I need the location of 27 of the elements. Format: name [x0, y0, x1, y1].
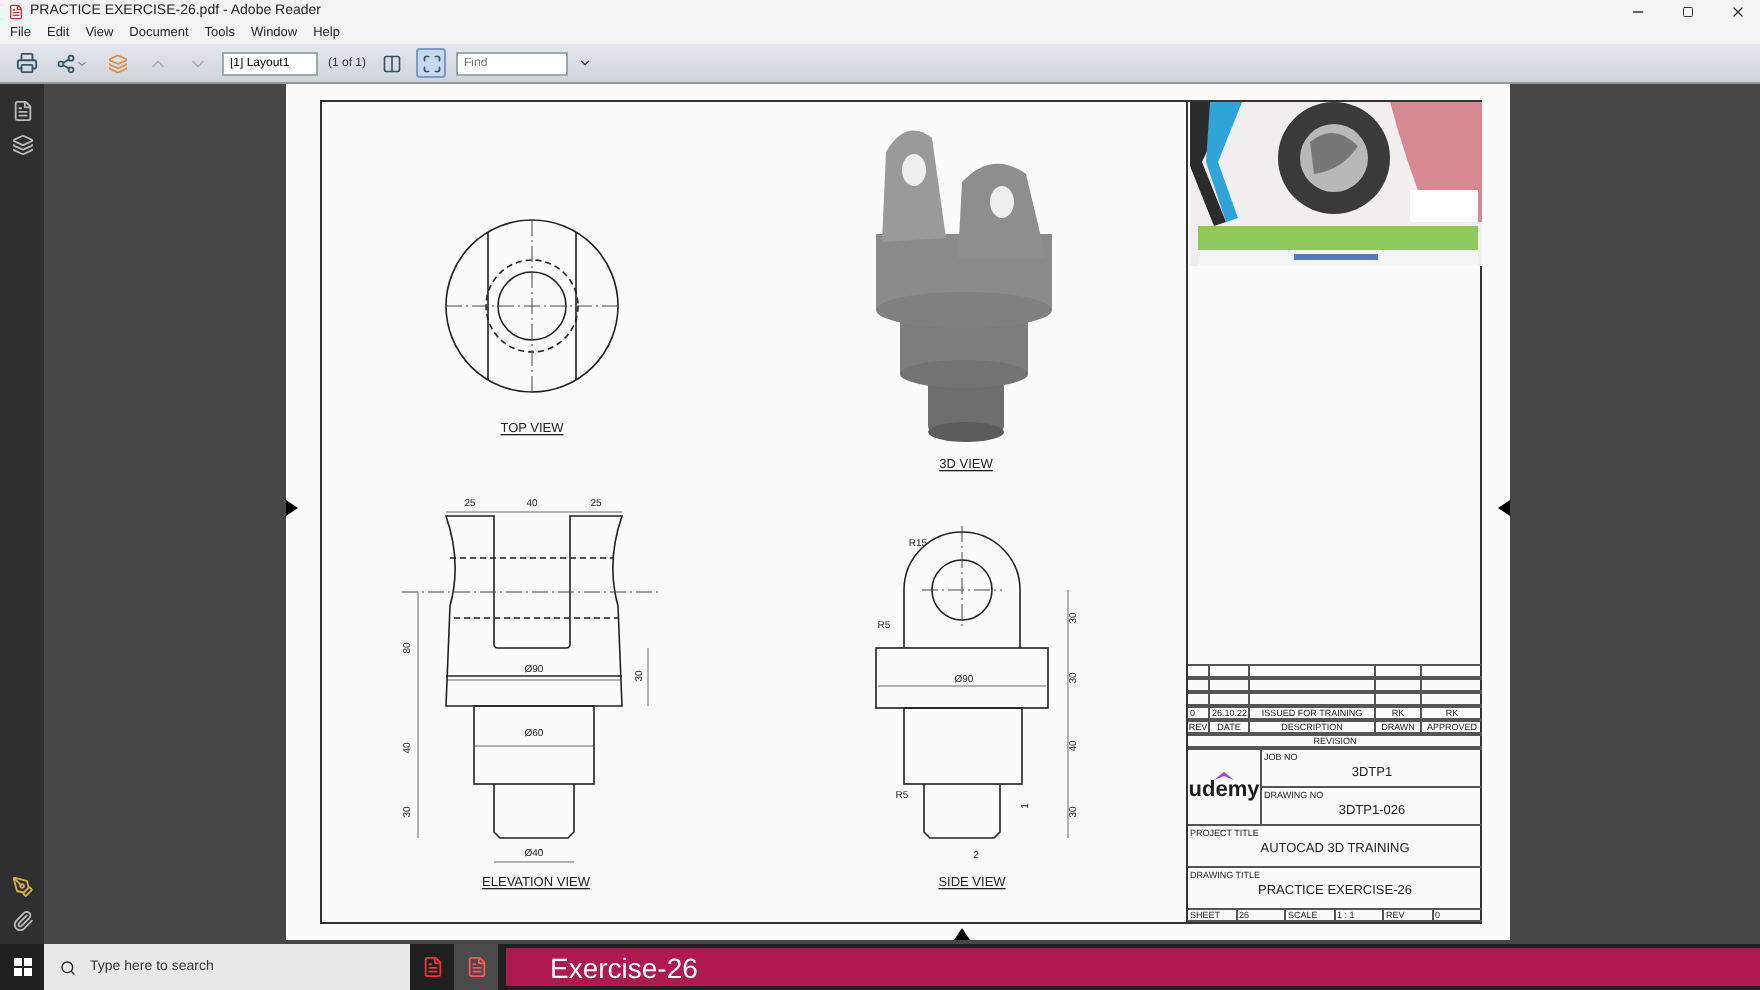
logo-text: udemy [1188, 780, 1260, 802]
columns-icon [381, 53, 402, 73]
layers-icon [107, 53, 127, 73]
logo-icon [1214, 772, 1234, 780]
pages-icon[interactable] [11, 100, 33, 122]
attachment-icon[interactable] [11, 910, 33, 932]
caret-icon [76, 57, 88, 69]
document-icon [421, 956, 443, 978]
fit-page-icon [421, 53, 442, 73]
document-icon [465, 956, 487, 978]
center-mark-icon [286, 500, 298, 516]
pdf-file-icon [8, 3, 24, 19]
share-icon [56, 53, 76, 73]
video-caption: Exercise-26 [506, 948, 1760, 986]
caret-icon [578, 56, 593, 70]
fit-page-button[interactable] [416, 48, 447, 78]
center-mark-icon [954, 928, 970, 940]
search-icon [60, 959, 76, 975]
windows-logo-icon [13, 958, 31, 976]
layers-icon[interactable] [11, 134, 33, 156]
print-button[interactable] [12, 48, 42, 78]
signature-icon[interactable] [11, 876, 33, 898]
maximize-icon [1682, 5, 1694, 17]
printer-icon [16, 52, 38, 74]
taskbar-app-button[interactable] [454, 944, 498, 990]
close-icon [1730, 3, 1746, 19]
center-mark-icon [1498, 500, 1510, 516]
